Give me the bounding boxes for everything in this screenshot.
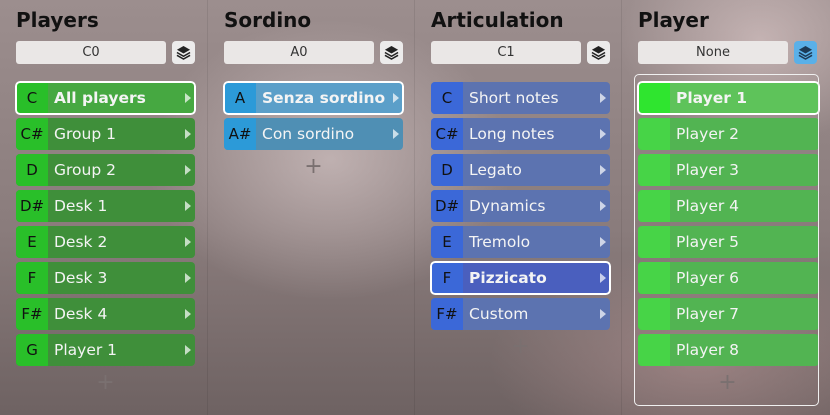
list-item[interactable]: F Pizzicato bbox=[430, 261, 611, 295]
layers-button[interactable] bbox=[794, 41, 817, 64]
list-item[interactable]: F# Desk 4 bbox=[16, 298, 195, 330]
chevron-right-icon[interactable] bbox=[185, 309, 191, 319]
layers-icon bbox=[176, 45, 191, 60]
item-label: Con sordino bbox=[262, 125, 355, 143]
item-label: Long notes bbox=[469, 125, 555, 143]
list-item[interactable]: C All players bbox=[15, 81, 196, 115]
key-label: D bbox=[16, 154, 48, 186]
players-list: C All players C# Group 1 D Group 2 D# Desk 1… bbox=[15, 81, 196, 394]
list-item[interactable]: C# Long notes bbox=[431, 118, 610, 150]
chevron-right-icon[interactable] bbox=[185, 237, 191, 247]
key-label: F bbox=[16, 262, 48, 294]
column-title: Sordino bbox=[224, 8, 312, 32]
chevron-right-icon[interactable] bbox=[600, 237, 606, 247]
item-label: Desk 2 bbox=[54, 233, 108, 251]
layers-icon bbox=[384, 45, 399, 60]
column-title: Players bbox=[16, 8, 99, 32]
list-item[interactable]: D Legato bbox=[431, 154, 610, 186]
layers-icon bbox=[798, 45, 813, 60]
chevron-right-icon[interactable] bbox=[185, 165, 191, 175]
layers-icon bbox=[591, 45, 606, 60]
item-label: Short notes bbox=[469, 89, 559, 107]
chevron-right-icon[interactable] bbox=[185, 273, 191, 283]
preset-field[interactable]: None bbox=[638, 41, 788, 64]
key-label: A# bbox=[224, 118, 256, 150]
list-item[interactable]: C Short notes bbox=[431, 82, 610, 114]
column-title: Articulation bbox=[431, 8, 564, 32]
preset-field[interactable]: C1 bbox=[431, 41, 581, 64]
add-item-button[interactable]: + bbox=[224, 156, 403, 178]
articulation-column: Articulation C1 C Short notes C# Long note… bbox=[414, 0, 621, 415]
chevron-right-icon[interactable] bbox=[185, 93, 191, 103]
item-label: Pizzicato bbox=[469, 269, 547, 287]
key-label: F# bbox=[16, 298, 48, 330]
list-item[interactable]: A Senza sordino bbox=[223, 81, 404, 115]
list-item[interactable]: E Desk 2 bbox=[16, 226, 195, 258]
list-item[interactable]: G Player 1 bbox=[16, 334, 195, 366]
preset-field[interactable]: C0 bbox=[16, 41, 166, 64]
item-label: Tremolo bbox=[469, 233, 531, 251]
key-label: E bbox=[431, 226, 463, 258]
layers-button[interactable] bbox=[172, 41, 195, 64]
sordino-list: A Senza sordino A# Con sordino + bbox=[223, 81, 404, 178]
item-label: Desk 4 bbox=[54, 305, 108, 323]
key-label: C bbox=[16, 82, 48, 114]
add-item-button[interactable]: + bbox=[16, 372, 195, 394]
list-item[interactable]: F Desk 3 bbox=[16, 262, 195, 294]
list-item[interactable]: E Tremolo bbox=[431, 226, 610, 258]
add-item-button[interactable]: + bbox=[431, 336, 610, 358]
layers-button[interactable] bbox=[587, 41, 610, 64]
item-label: Legato bbox=[469, 161, 522, 179]
key-label: C# bbox=[16, 118, 48, 150]
item-label: Group 2 bbox=[54, 161, 116, 179]
chevron-right-icon[interactable] bbox=[600, 165, 606, 175]
item-label: Senza sordino bbox=[262, 89, 386, 107]
layers-button[interactable] bbox=[380, 41, 403, 64]
chevron-right-icon[interactable] bbox=[600, 309, 606, 319]
chevron-right-icon[interactable] bbox=[185, 201, 191, 211]
chevron-right-icon[interactable] bbox=[600, 93, 606, 103]
key-label: C# bbox=[431, 118, 463, 150]
chevron-right-icon[interactable] bbox=[600, 201, 606, 211]
key-label: F# bbox=[431, 298, 463, 330]
list-item[interactable]: D# Desk 1 bbox=[16, 190, 195, 222]
item-label: Desk 1 bbox=[54, 197, 108, 215]
item-label: Player 1 bbox=[54, 341, 118, 359]
key-label: C bbox=[431, 82, 463, 114]
key-label: G bbox=[16, 334, 48, 366]
column-title: Player bbox=[638, 8, 709, 32]
key-label: A bbox=[224, 82, 256, 114]
chevron-right-icon[interactable] bbox=[600, 273, 606, 283]
key-label: D# bbox=[431, 190, 463, 222]
articulation-list: C Short notes C# Long notes D Legato D# Dyna… bbox=[430, 82, 611, 358]
list-item[interactable]: A# Con sordino bbox=[224, 118, 403, 150]
list-item[interactable]: C# Group 1 bbox=[16, 118, 195, 150]
key-label: F bbox=[431, 262, 463, 294]
sordino-column: Sordino A0 A Senza sordino A# Con sordino … bbox=[207, 0, 414, 415]
item-label: Group 1 bbox=[54, 125, 116, 143]
item-label: Desk 3 bbox=[54, 269, 108, 287]
players-column: Players C0 C All players C# Group 1 D Group… bbox=[0, 0, 207, 415]
item-label: Dynamics bbox=[469, 197, 546, 215]
chevron-right-icon[interactable] bbox=[185, 129, 191, 139]
chevron-right-icon[interactable] bbox=[185, 345, 191, 355]
key-label: D bbox=[431, 154, 463, 186]
key-label: D# bbox=[16, 190, 48, 222]
list-item[interactable]: D Group 2 bbox=[16, 154, 195, 186]
list-item[interactable]: D# Dynamics bbox=[431, 190, 610, 222]
player-list-frame bbox=[634, 74, 819, 406]
item-label: Custom bbox=[469, 305, 529, 323]
preset-field[interactable]: A0 bbox=[224, 41, 374, 64]
item-label: All players bbox=[54, 89, 146, 107]
list-item[interactable]: F# Custom bbox=[431, 298, 610, 330]
chevron-right-icon[interactable] bbox=[393, 93, 399, 103]
key-label: E bbox=[16, 226, 48, 258]
chevron-right-icon[interactable] bbox=[600, 129, 606, 139]
chevron-right-icon[interactable] bbox=[393, 129, 399, 139]
